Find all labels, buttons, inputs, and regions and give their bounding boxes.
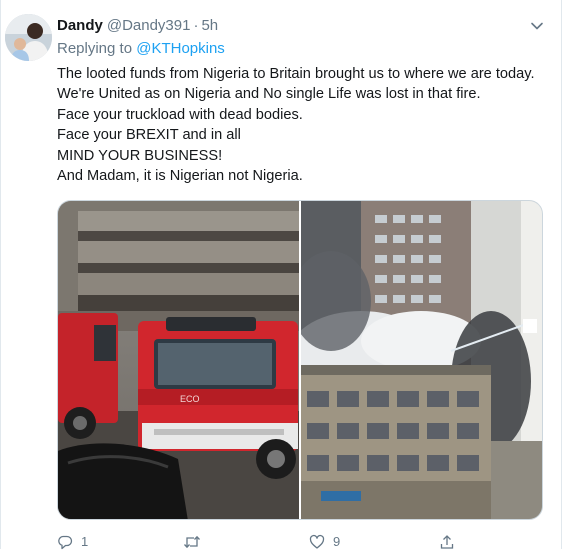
separator-dot: · — [193, 17, 199, 34]
photo-building-fire[interactable] — [301, 201, 542, 519]
tweet-text-line: The looted funds from Nigeria to Britain… — [57, 66, 535, 82]
tweet-text-line: Face your BREXIT and in all — [57, 127, 241, 144]
reply-icon — [57, 534, 73, 550]
retweet-icon — [183, 534, 201, 550]
tweet-text-line: And Madam, it is Nigerian not Nigeria. — [57, 168, 303, 185]
tweet-text-line: Face your truckload with dead bodies. — [57, 106, 303, 123]
heart-icon — [309, 534, 325, 550]
share-icon — [439, 534, 455, 550]
retweet-button[interactable] — [183, 534, 209, 550]
timestamp[interactable]: 5h — [201, 17, 218, 34]
replying-prefix: Replying to — [57, 40, 133, 57]
chevron-down-icon[interactable] — [529, 18, 545, 34]
share-button[interactable] — [439, 534, 455, 550]
reply-count: 1 — [81, 534, 89, 549]
tweet-header: Dandy @Dandy391 · 5h — [57, 16, 218, 36]
tweet-card[interactable]: Dandy @Dandy391 · 5h Replying to @KTHopkins… — [0, 0, 562, 550]
tweet-text: The looted funds from Nigeria to Britain… — [57, 64, 547, 186]
photo-fire-trucks[interactable]: ECO — [58, 201, 299, 519]
reply-button[interactable]: 1 — [57, 534, 88, 550]
tweet-text-line: MIND YOUR BUSINESS! — [57, 147, 223, 164]
tweet-text-line: We're United as on Nigeria and No single… — [57, 86, 481, 103]
avatar[interactable] — [5, 14, 52, 61]
replying-to: Replying to @KTHopkins — [57, 39, 225, 59]
display-name[interactable]: Dandy — [57, 17, 103, 34]
tweet-media: ECO — [57, 200, 543, 520]
like-count: 9 — [333, 534, 341, 549]
svg-text:ECO: ECO — [180, 394, 200, 404]
tweet-actions: 1 9 — [57, 534, 527, 554]
replying-to-user-link[interactable]: @KTHopkins — [136, 40, 225, 57]
user-handle[interactable]: @Dandy391 — [107, 17, 191, 34]
like-button[interactable]: 9 — [309, 534, 340, 550]
